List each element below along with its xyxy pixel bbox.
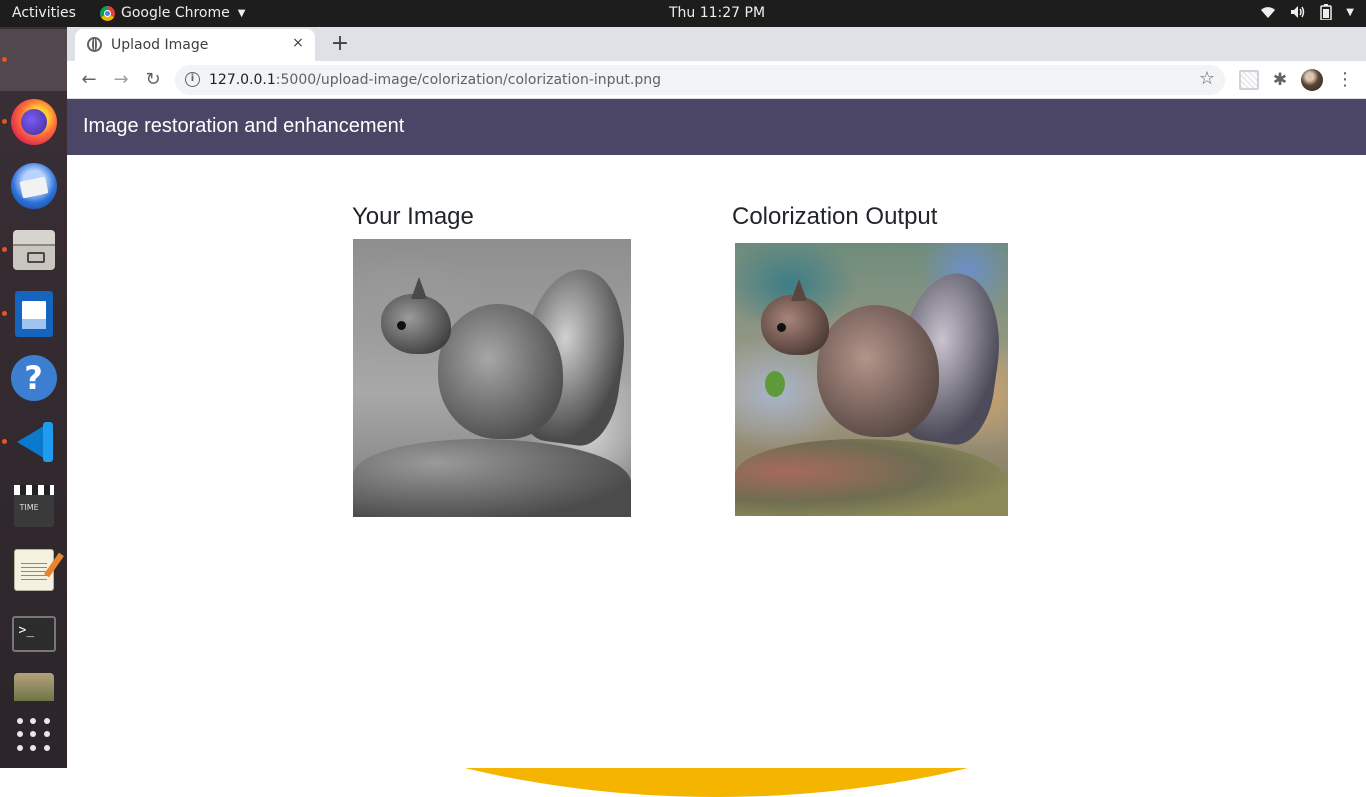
browser-window: Uplaod Image × + ← → ↻ i 127.0.0.1:5000/… (67, 27, 1366, 768)
extension-icon[interactable] (1239, 70, 1259, 90)
site-navbar: Image restoration and enhancement (67, 99, 1366, 155)
rock (735, 439, 1008, 516)
dock-item-writer[interactable] (0, 283, 67, 345)
reload-button[interactable]: ↻ (140, 67, 166, 93)
tab-upload-image[interactable]: Uplaod Image × (75, 29, 315, 61)
web-page: Image restoration and enhancement Your I… (67, 99, 1366, 768)
running-indicator (2, 57, 7, 62)
bookmark-star-icon[interactable]: ☆ (1199, 68, 1215, 89)
forward-button[interactable]: → (108, 67, 134, 93)
text-editor-icon (13, 549, 54, 591)
navbar-brand[interactable]: Image restoration and enhancement (83, 115, 404, 138)
running-indicator (2, 247, 7, 252)
squirrel-head (761, 295, 829, 355)
gnome-top-bar: Activities Google Chrome ▼ Thu 11:27 PM … (0, 0, 1366, 27)
battery-icon (1320, 4, 1333, 20)
close-icon[interactable]: × (289, 35, 307, 51)
libreoffice-writer-icon (14, 291, 53, 337)
tab-strip: Uplaod Image × + (67, 27, 1366, 61)
firefox-icon (10, 99, 57, 145)
url-host: 127.0.0.1 (209, 72, 276, 88)
dock-item-terminal[interactable] (0, 603, 67, 665)
squirrel-eye (397, 321, 406, 330)
squirrel-eye (777, 323, 786, 332)
video-editor-icon (13, 485, 54, 527)
new-tab-button[interactable]: + (327, 31, 353, 56)
squirrel-body (438, 304, 563, 439)
chrome-menu-icon[interactable]: ⋮ (1335, 70, 1355, 90)
squirrel-ear (411, 277, 427, 299)
thunderbird-icon (10, 163, 57, 209)
running-indicator (2, 311, 7, 316)
squirrel-head (381, 294, 451, 354)
profile-avatar[interactable] (1301, 69, 1323, 91)
dock-item-video-editor[interactable] (0, 475, 67, 537)
clock[interactable]: Thu 11:27 PM (0, 5, 1366, 21)
dock-item-firefox[interactable] (0, 91, 67, 153)
dock: ? (0, 27, 1366, 797)
show-applications-icon[interactable] (17, 718, 51, 752)
system-tray[interactable]: ▼ (1260, 4, 1354, 20)
url-text: 127.0.0.1:5000/upload-image/colorization… (209, 72, 661, 88)
browser-toolbar: ← → ↻ i 127.0.0.1:5000/upload-image/colo… (67, 61, 1366, 99)
dock-item-thunderbird[interactable] (0, 155, 67, 217)
vscode-icon (11, 419, 57, 465)
globe-icon (87, 37, 102, 52)
volume-icon (1291, 6, 1305, 18)
url-path: :5000/upload-image/colorization/coloriza… (275, 72, 662, 88)
input-image (353, 239, 631, 517)
wifi-icon (1261, 7, 1276, 18)
output-image-title: Colorization Output (732, 203, 938, 230)
dock-item-photos[interactable] (0, 661, 67, 701)
dock-item-chrome[interactable] (0, 29, 1366, 797)
help-icon: ? (10, 355, 57, 401)
leaf (765, 371, 785, 397)
output-image (735, 243, 1008, 516)
squirrel-ear (791, 279, 807, 301)
dock-item-files[interactable] (0, 219, 67, 281)
files-icon (12, 230, 55, 270)
rock (353, 439, 631, 517)
dock-item-text-editor[interactable] (0, 539, 67, 601)
dock-item-help[interactable]: ? (0, 347, 67, 409)
address-bar[interactable]: i 127.0.0.1:5000/upload-image/colorizati… (175, 65, 1225, 95)
terminal-icon (11, 616, 56, 652)
back-button[interactable]: ← (76, 67, 102, 93)
running-indicator (2, 439, 7, 444)
squirrel-body (817, 305, 939, 437)
system-menu-caret-icon: ▼ (1346, 6, 1354, 18)
running-indicator (2, 119, 7, 124)
extensions-puzzle-icon[interactable]: ✱ (1270, 70, 1290, 90)
photos-icon (13, 673, 54, 701)
site-info-icon[interactable]: i (185, 72, 200, 87)
input-image-title: Your Image (352, 203, 474, 230)
dock-item-vscode[interactable] (0, 411, 67, 473)
tab-title: Uplaod Image (111, 37, 209, 53)
